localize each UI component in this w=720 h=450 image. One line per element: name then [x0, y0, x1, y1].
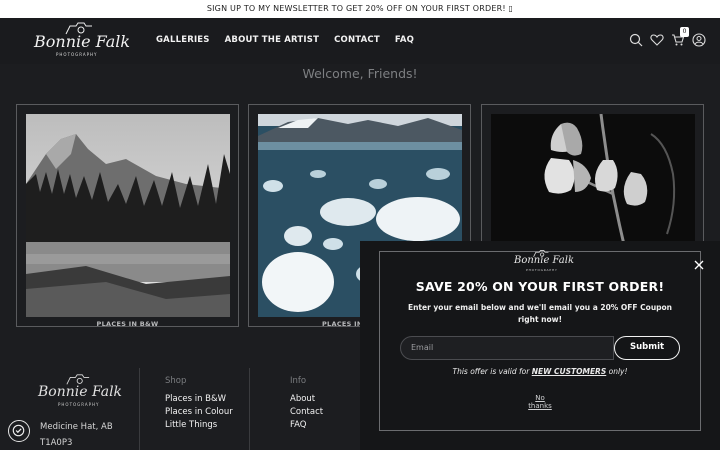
gallery-image-mountain-lake[interactable] [26, 114, 230, 317]
popup-brand-name: Bonnie Falk [514, 255, 575, 266]
announcement-text: SIGN UP TO MY NEWSLETTER TO GET 20% OFF … [206, 4, 514, 13]
site-header: Bonnie Falk PHOTOGRAPHY GALLERIES ABOUT … [0, 18, 720, 64]
offer-note: This offer is valid for NEW CUSTOMERS on… [360, 367, 720, 376]
submit-button[interactable]: Submit [614, 336, 680, 360]
footer-link-faq[interactable]: FAQ [290, 420, 306, 430]
cart-icon[interactable]: 0 [671, 27, 689, 46]
gallery-caption[interactable]: PLACES IN B&W [17, 320, 238, 328]
no-thanks-line-2: thanks [528, 402, 552, 410]
no-thanks-line-1: No [535, 394, 545, 402]
gallery-card-places-bw[interactable]: PLACES IN B&W [16, 104, 239, 328]
offer-emphasis: NEW CUSTOMERS [531, 367, 607, 376]
header-icons: 0 [629, 27, 706, 47]
popup-brand-tagline: PHOTOGRAPHY [526, 268, 558, 272]
popup-description: Enter your email below and we'll email y… [407, 303, 673, 324]
nav-contact[interactable]: CONTACT [334, 35, 380, 45]
footer-link-places-bw[interactable]: Places in B&W [165, 394, 226, 404]
footer-link-about[interactable]: About [290, 394, 315, 404]
no-thanks-link[interactable]: No thanks [360, 394, 720, 410]
newsletter-popup: Bonnie Falk PHOTOGRAPHY SAVE 20% ON YOUR… [360, 241, 720, 450]
footer-shop-title: Shop [165, 376, 187, 386]
heart-icon[interactable] [650, 32, 664, 46]
footer-link-contact[interactable]: Contact [290, 407, 323, 417]
offer-prefix: This offer is valid for [452, 367, 532, 376]
nav-faq[interactable]: FAQ [395, 35, 414, 45]
brand-name: Bonnie Falk [34, 32, 131, 51]
footer-link-places-colour[interactable]: Places in Colour [165, 407, 233, 417]
brand-tagline: PHOTOGRAPHY [56, 52, 98, 57]
address-line-2: T1A0P3 [40, 438, 73, 448]
footer-brand-name: Bonnie Falk [38, 384, 123, 400]
address-line-1: Medicine Hat, AB [40, 422, 113, 432]
footer-divider [249, 368, 250, 450]
footer-brand-logo[interactable]: Bonnie Falk PHOTOGRAPHY [38, 374, 122, 408]
newsletter-announcement-bar[interactable]: SIGN UP TO MY NEWSLETTER TO GET 20% OFF … [0, 0, 720, 18]
close-icon[interactable] [694, 255, 704, 270]
nav-galleries[interactable]: GALLERIES [156, 35, 210, 45]
search-icon[interactable] [629, 32, 643, 47]
popup-brand-logo: Bonnie Falk PHOTOGRAPHY [514, 250, 574, 272]
footer-divider [139, 368, 140, 450]
popup-title: SAVE 20% ON YOUR FIRST ORDER! [415, 279, 665, 294]
cookie-settings-icon[interactable] [8, 420, 30, 442]
welcome-heading: Welcome, Friends! [302, 66, 418, 81]
account-icon[interactable] [692, 32, 706, 47]
footer-link-little-things[interactable]: Little Things [165, 420, 217, 430]
main-nav: GALLERIES ABOUT THE ARTIST CONTACT FAQ [156, 35, 429, 45]
offer-suffix: only! [606, 367, 628, 376]
footer-brand-tagline: PHOTOGRAPHY [58, 402, 100, 407]
footer-info-title: Info [290, 376, 307, 386]
cart-count-badge: 0 [680, 27, 689, 37]
nav-about-the-artist[interactable]: ABOUT THE ARTIST [225, 35, 319, 45]
email-field[interactable]: Email [400, 336, 614, 360]
brand-logo[interactable]: Bonnie Falk PHOTOGRAPHY [34, 22, 130, 58]
